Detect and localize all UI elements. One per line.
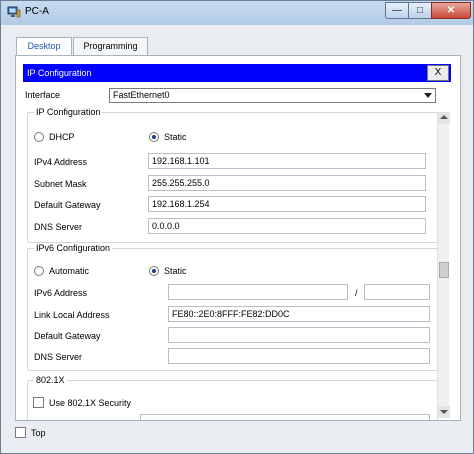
maximize-button[interactable]: □ bbox=[408, 2, 432, 19]
ipv6-group-title: IPv6 Configuration bbox=[34, 243, 113, 253]
static-label: Static bbox=[164, 132, 187, 142]
use-8021x-checkbox[interactable] bbox=[33, 397, 44, 408]
window-title: PC-A bbox=[25, 6, 49, 17]
ipv6-prefix-input[interactable] bbox=[364, 284, 430, 300]
ipv6-dns-input[interactable] bbox=[168, 348, 430, 364]
ipv4-group-title: IP Configuration bbox=[34, 107, 103, 117]
bottom-bar: Top bbox=[1, 421, 473, 453]
ipv6-static-radio[interactable] bbox=[149, 266, 159, 276]
pc-a-window: PC-A — □ ✕ Desktop Programming IP Config… bbox=[0, 0, 474, 454]
top-label: Top bbox=[31, 428, 46, 438]
ip-config-body: Interface FastEthernet0 IP Configuration… bbox=[23, 84, 451, 420]
ipv4-address-input[interactable]: 192.168.1.101 bbox=[148, 153, 426, 169]
dns-server-label: DNS Server bbox=[34, 222, 83, 232]
ipv6-automatic-label: Automatic bbox=[49, 266, 90, 276]
link-local-label: Link Local Address bbox=[34, 310, 110, 320]
maximize-icon: □ bbox=[416, 5, 424, 16]
panel-close-button[interactable]: X bbox=[427, 65, 449, 81]
use-8021x-label: Use 802.1X Security bbox=[49, 398, 132, 408]
scroll-down-icon[interactable] bbox=[438, 406, 450, 418]
top-checkbox[interactable] bbox=[15, 427, 26, 438]
scroll-thumb[interactable] bbox=[439, 262, 449, 278]
minimize-button[interactable]: — bbox=[385, 2, 409, 19]
ipv6-gateway-input[interactable] bbox=[168, 327, 430, 343]
vertical-scrollbar[interactable] bbox=[437, 112, 450, 418]
ip-config-header: IP Configuration X bbox=[23, 64, 451, 82]
ipv6-gateway-label: Default Gateway bbox=[34, 331, 101, 341]
tab-programming[interactable]: Programming bbox=[73, 37, 148, 55]
title-bar[interactable]: PC-A — □ ✕ bbox=[1, 1, 473, 25]
subnet-mask-input[interactable]: 255.255.255.0 bbox=[148, 175, 426, 191]
pc-app-icon bbox=[7, 6, 21, 18]
close-icon: ✕ bbox=[446, 5, 456, 16]
dot1x-group-title: 802.1X bbox=[34, 375, 67, 385]
ipv6-address-label: IPv6 Address bbox=[34, 288, 88, 298]
dhcp-radio[interactable] bbox=[34, 132, 44, 142]
dns-server-input[interactable]: 0.0.0.0 bbox=[148, 218, 426, 234]
ipv6-dns-label: DNS Server bbox=[34, 352, 83, 362]
prefix-separator: / bbox=[355, 288, 358, 298]
ipv6-address-input[interactable] bbox=[168, 284, 348, 300]
interface-value: FastEthernet0 bbox=[113, 90, 170, 100]
default-gateway-label: Default Gateway bbox=[34, 200, 101, 210]
panel-title: IP Configuration bbox=[27, 68, 92, 78]
subnet-mask-label: Subnet Mask bbox=[34, 179, 87, 189]
ipv6-static-label: Static bbox=[164, 266, 187, 276]
link-local-input[interactable]: FE80::2E0:8FFF:FE82:DD0C bbox=[168, 306, 430, 322]
auth-select[interactable] bbox=[140, 414, 430, 420]
dhcp-label: DHCP bbox=[49, 132, 75, 142]
ipv4-address-label: IPv4 Address bbox=[34, 157, 88, 167]
interface-label: Interface bbox=[25, 90, 61, 100]
static-radio[interactable] bbox=[149, 132, 159, 142]
default-gateway-input[interactable]: 192.168.1.254 bbox=[148, 196, 426, 212]
interface-select[interactable]: FastEthernet0 bbox=[109, 88, 436, 103]
tab-desktop[interactable]: Desktop bbox=[16, 37, 72, 56]
desktop-content: IP Configuration X Interface FastEtherne… bbox=[15, 55, 461, 421]
close-window-button[interactable]: ✕ bbox=[431, 2, 471, 19]
chevron-down-icon bbox=[424, 93, 432, 98]
ipv6-automatic-radio[interactable] bbox=[34, 266, 44, 276]
minimize-icon: — bbox=[392, 5, 402, 16]
scroll-up-icon[interactable] bbox=[438, 112, 450, 124]
